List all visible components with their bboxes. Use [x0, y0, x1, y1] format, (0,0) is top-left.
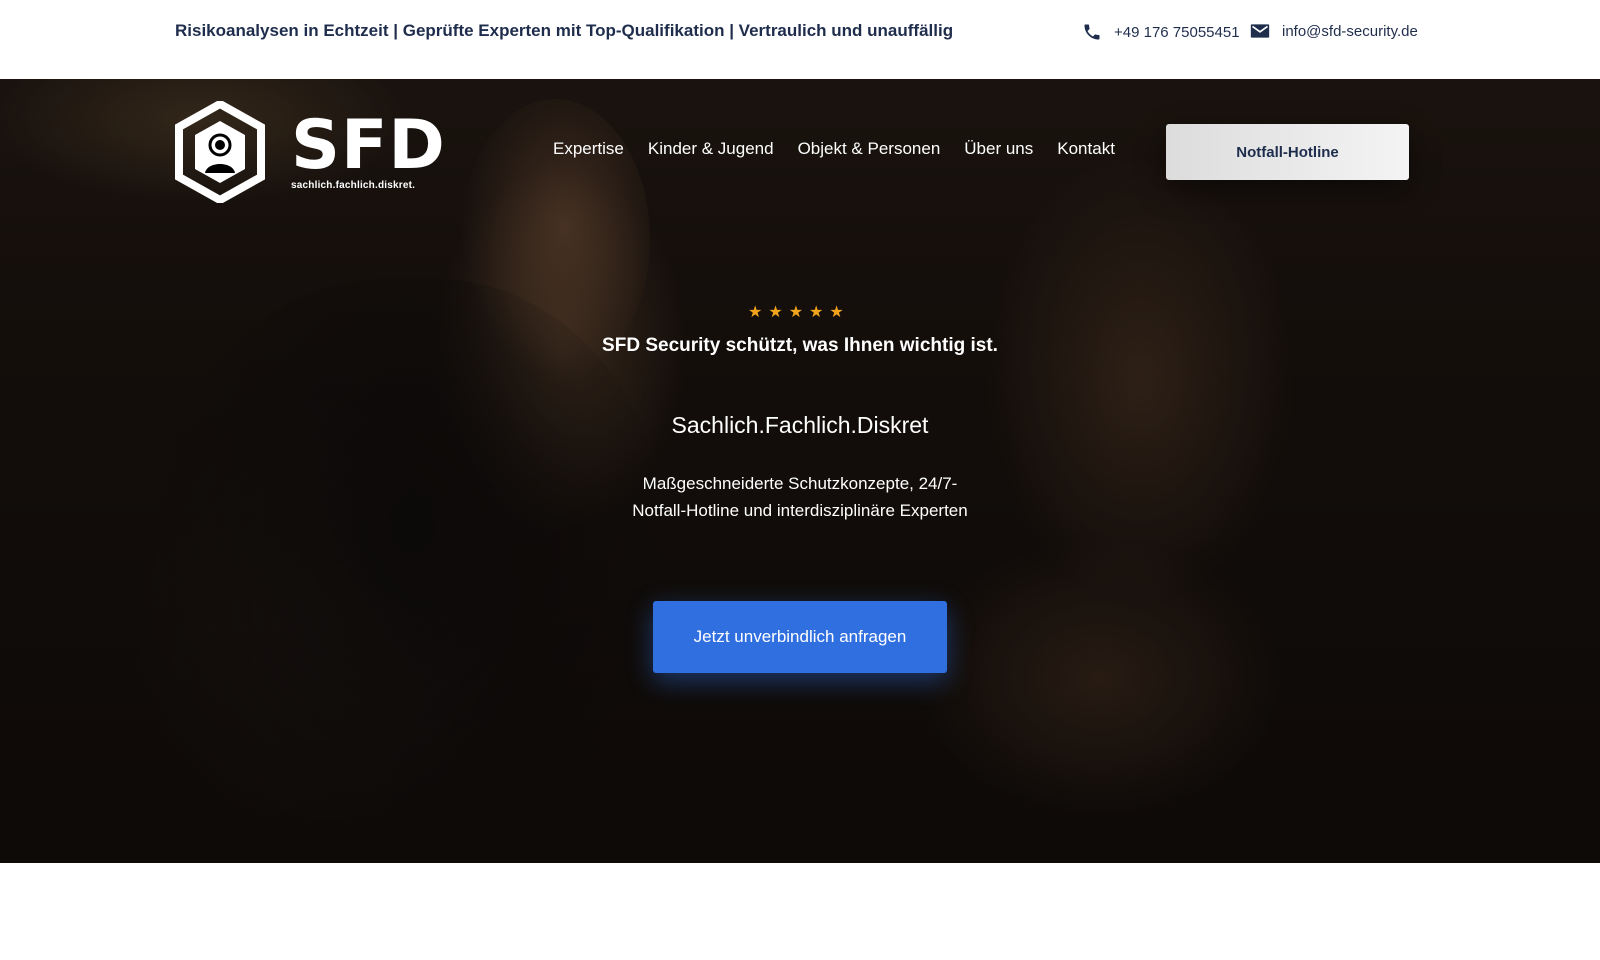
top-info-bar: Risikoanalysen in Echtzeit | Geprüfte Ex…: [0, 0, 1600, 79]
nav-item-ueber-uns[interactable]: Über uns: [964, 139, 1033, 159]
nav-item-expertise[interactable]: Expertise: [553, 139, 624, 159]
nav-item-objekt-personen[interactable]: Objekt & Personen: [798, 139, 941, 159]
phone-number[interactable]: +49 176 75055451: [1114, 24, 1240, 41]
nav-item-kinder-jugend[interactable]: Kinder & Jugend: [648, 139, 774, 159]
logo[interactable]: SFD sachlich.fachlich.diskret.: [175, 101, 446, 203]
emergency-hotline-button[interactable]: Notfall-Hotline: [1166, 124, 1409, 180]
phone-icon: [1084, 24, 1100, 40]
star-icon: ★: [748, 304, 763, 321]
logo-wordmark: SFD: [291, 105, 446, 185]
inquiry-cta-button[interactable]: Jetzt unverbindlich anfragen: [653, 601, 947, 673]
star-icon: ★: [809, 304, 824, 321]
star-icon: ★: [788, 304, 804, 321]
hero-section: SFD sachlich.fachlich.diskret. Expertise…: [0, 79, 1600, 863]
email-address[interactable]: info@sfd-security.de: [1282, 23, 1418, 40]
star-icon: ★: [829, 304, 844, 321]
rating-stars: ★ ★ ★ ★ ★: [748, 305, 844, 321]
shield-logo-icon: [175, 101, 265, 203]
nav-item-kontakt[interactable]: Kontakt: [1057, 139, 1115, 159]
mail-icon: [1250, 24, 1270, 38]
hero-subtitle: SFD Security schützt, was Ihnen wichtig …: [602, 335, 998, 356]
email-contact[interactable]: info@sfd-security.de: [1250, 22, 1418, 40]
main-navigation: Expertise Kinder & Jugend Objekt & Perso…: [553, 139, 1115, 159]
hero-description: Maßgeschneiderte Schutzkonzepte, 24/7-No…: [632, 474, 968, 520]
star-icon: ★: [768, 304, 783, 321]
logo-slogan: sachlich.fachlich.diskret.: [291, 179, 416, 191]
tagline: Risikoanalysen in Echtzeit | Geprüfte Ex…: [175, 21, 954, 40]
hero-title: Sachlich.Fachlich.Diskret: [671, 412, 929, 438]
phone-contact[interactable]: +49 176 75055451: [1082, 22, 1240, 42]
